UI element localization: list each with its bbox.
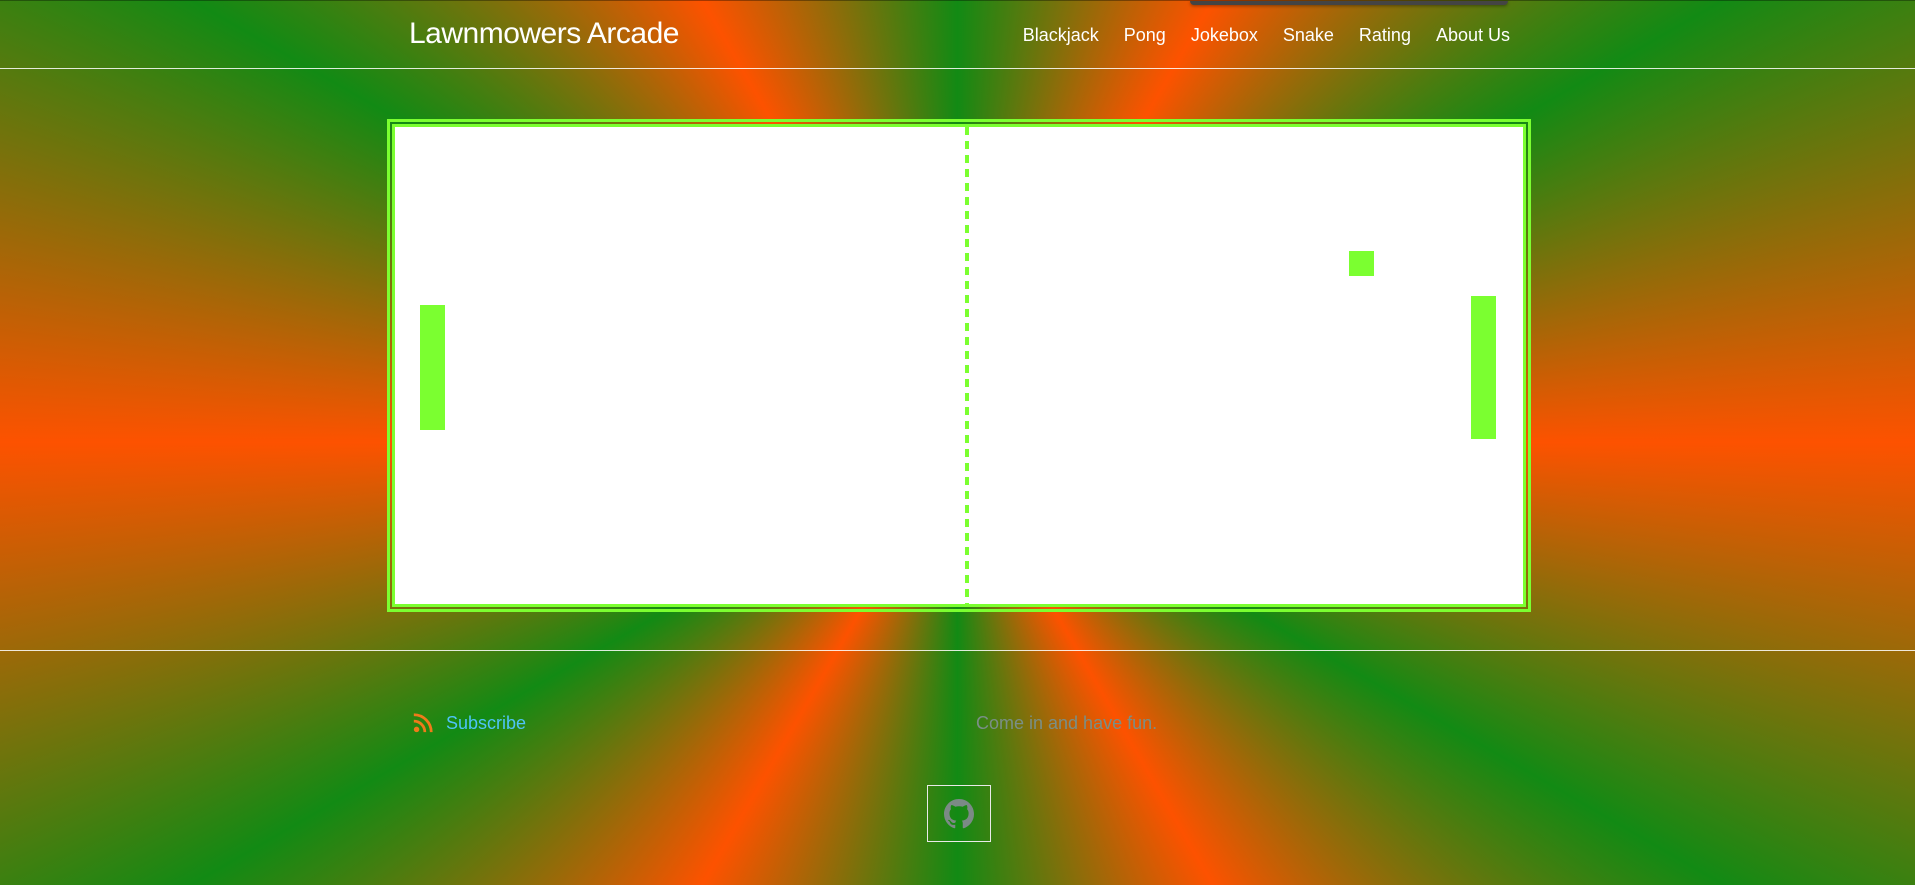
pong-court[interactable] (392, 124, 1526, 607)
brand-link[interactable]: Lawnmowers Arcade (409, 17, 679, 51)
left-paddle (420, 305, 445, 430)
nav-about-us[interactable]: About Us (1436, 25, 1510, 46)
pong-canvas (420, 127, 1496, 604)
right-paddle (1471, 296, 1496, 439)
dropdown-menu-edge (1190, 1, 1508, 5)
pong-game-frame (387, 119, 1531, 612)
ball (1349, 251, 1374, 276)
subscribe-label: Subscribe (446, 712, 527, 733)
main-nav: Blackjack Pong Jokebox Snake Rating Abou… (1023, 25, 1510, 46)
nav-blackjack[interactable]: Blackjack (1023, 25, 1099, 46)
github-icon (944, 798, 974, 828)
tagline: Come in and have fun. (976, 713, 1158, 733)
nav-rating[interactable]: Rating (1359, 25, 1411, 46)
top-navbar: Lawnmowers Arcade Blackjack Pong Jokebox… (0, 0, 1915, 69)
github-button[interactable] (927, 785, 991, 842)
nav-jokebox[interactable]: Jokebox (1191, 25, 1258, 46)
nav-snake[interactable]: Snake (1283, 25, 1334, 46)
footer-divider (0, 650, 1915, 651)
subscribe-link[interactable]: Subscribe (412, 712, 526, 734)
nav-pong[interactable]: Pong (1124, 25, 1166, 46)
rss-icon (413, 713, 433, 733)
